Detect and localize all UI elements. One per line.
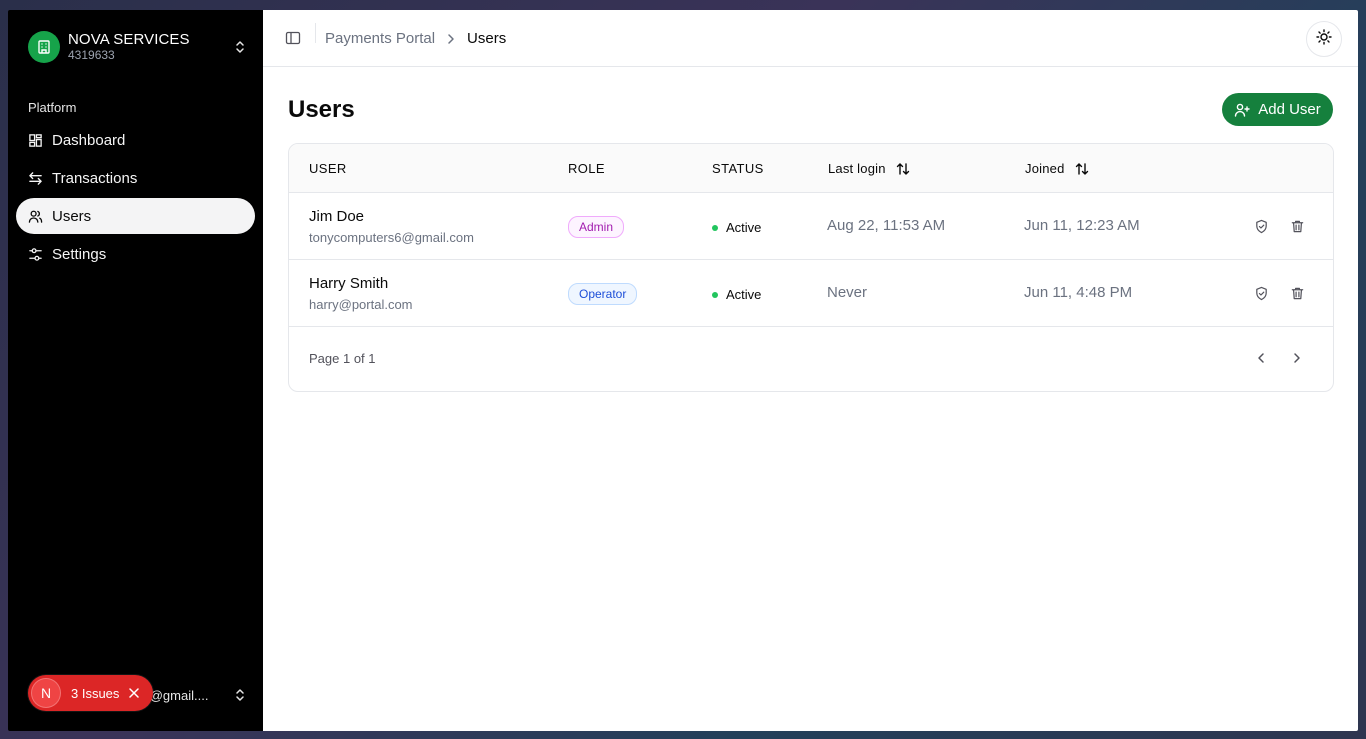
chevron-right-icon bbox=[447, 33, 455, 45]
column-header-status: STATUS bbox=[712, 161, 764, 176]
joined-date: Jun 11, 12:23 AM bbox=[1024, 217, 1140, 234]
issues-logo: N bbox=[31, 678, 61, 708]
user-cell: Jim Doe tonycomputers6@gmail.com bbox=[309, 208, 474, 245]
status-label: Active bbox=[726, 220, 762, 235]
role-badge: Operator bbox=[568, 283, 638, 305]
last-login: Never bbox=[827, 284, 868, 301]
shield-icon[interactable] bbox=[1251, 216, 1271, 236]
main-content: Payments Portal Users Users Add User USE… bbox=[263, 10, 1358, 731]
issues-label: 3 Issues bbox=[71, 685, 120, 701]
app-window: NOVA SERVICES 4319633 Platform Dashboard bbox=[8, 10, 1358, 731]
arrows-left-right-icon bbox=[28, 170, 44, 186]
breadcrumb-parent[interactable]: Payments Portal bbox=[325, 30, 435, 47]
sidebar-item-settings[interactable]: Settings bbox=[16, 236, 255, 272]
sidebar-item-label: Dashboard bbox=[52, 131, 126, 149]
status-dot bbox=[712, 224, 718, 231]
add-user-button[interactable]: Add User bbox=[1222, 93, 1333, 126]
breadcrumb: Payments Portal Users bbox=[325, 30, 506, 47]
sort-arrows-icon bbox=[1075, 162, 1089, 176]
last-login: Aug 22, 11:53 AM bbox=[827, 217, 946, 234]
sun-icon bbox=[1316, 28, 1332, 50]
sidebar-item-users[interactable]: Users bbox=[16, 198, 255, 234]
issues-indicator[interactable]: N 3 Issues bbox=[28, 675, 153, 711]
joined-date: Jun 11, 4:48 PM bbox=[1024, 284, 1133, 301]
theme-toggle-button[interactable] bbox=[1306, 21, 1342, 57]
table-header: USER ROLE STATUS Last login Joined bbox=[289, 144, 1333, 193]
building-icon bbox=[28, 31, 60, 63]
user-email: harry@portal.com bbox=[309, 297, 413, 312]
nav-section-label: Platform bbox=[28, 100, 77, 115]
chevrons-up-down-icon bbox=[232, 39, 248, 55]
sort-arrows-icon bbox=[896, 162, 910, 176]
sidebar-item-label: Users bbox=[52, 207, 92, 225]
role-badge: Admin bbox=[568, 216, 625, 238]
user-plus-icon bbox=[1234, 102, 1250, 118]
org-name: NOVA SERVICES bbox=[68, 31, 190, 49]
column-header-label: Joined bbox=[1025, 161, 1065, 176]
sidebar-toggle-icon[interactable] bbox=[285, 30, 301, 46]
trash-icon[interactable] bbox=[1287, 216, 1307, 236]
settings-sliders-icon bbox=[28, 246, 44, 262]
chevron-left-icon[interactable] bbox=[1252, 349, 1270, 367]
column-header-role: ROLE bbox=[568, 161, 606, 176]
breadcrumb-current: Users bbox=[467, 30, 507, 47]
users-icon bbox=[28, 208, 44, 224]
sidebar-item-transactions[interactable]: Transactions bbox=[16, 160, 255, 196]
sidebar-item-dashboard[interactable]: Dashboard bbox=[16, 122, 255, 158]
chevrons-up-down-icon bbox=[232, 687, 248, 703]
column-header-label: Last login bbox=[828, 161, 886, 176]
column-header-joined[interactable]: Joined bbox=[1025, 161, 1089, 176]
sidebar: NOVA SERVICES 4319633 Platform Dashboard bbox=[8, 10, 263, 731]
sidebar-item-label: Transactions bbox=[52, 169, 138, 187]
sidebar-nav: Dashboard Transactions Users Settings bbox=[16, 122, 255, 274]
org-switcher[interactable]: NOVA SERVICES 4319633 bbox=[28, 30, 248, 64]
page-title: Users bbox=[288, 96, 355, 123]
status-badge: Active bbox=[712, 220, 761, 235]
column-header-last-login[interactable]: Last login bbox=[828, 161, 910, 176]
close-icon[interactable] bbox=[129, 685, 140, 701]
status-dot bbox=[712, 291, 718, 298]
table-row: Jim Doe tonycomputers6@gmail.com Admin A… bbox=[289, 193, 1333, 260]
chevron-right-icon[interactable] bbox=[1288, 349, 1306, 367]
status-label: Active bbox=[726, 287, 762, 302]
table-row: Harry Smith harry@portal.com Operator Ac… bbox=[289, 260, 1333, 327]
top-bar: Payments Portal Users bbox=[263, 10, 1358, 67]
user-name: Harry Smith bbox=[309, 275, 389, 292]
page-indicator: Page 1 of 1 bbox=[309, 351, 376, 366]
user-cell: Harry Smith harry@portal.com bbox=[309, 275, 413, 312]
trash-icon[interactable] bbox=[1287, 283, 1307, 303]
column-header-user: USER bbox=[309, 161, 347, 176]
org-id: 4319633 bbox=[68, 47, 115, 62]
sidebar-item-label: Settings bbox=[52, 245, 107, 263]
users-table: USER ROLE STATUS Last login Joined Jim D… bbox=[288, 143, 1334, 392]
status-badge: Active bbox=[712, 287, 761, 302]
pagination: Page 1 of 1 bbox=[289, 327, 1333, 391]
user-email: tonycomputers6@gmail.com bbox=[309, 230, 474, 245]
user-name: Jim Doe bbox=[309, 208, 365, 225]
add-user-label: Add User bbox=[1258, 101, 1321, 118]
shield-icon[interactable] bbox=[1251, 283, 1271, 303]
divider bbox=[315, 23, 316, 43]
dashboard-icon bbox=[28, 132, 44, 148]
